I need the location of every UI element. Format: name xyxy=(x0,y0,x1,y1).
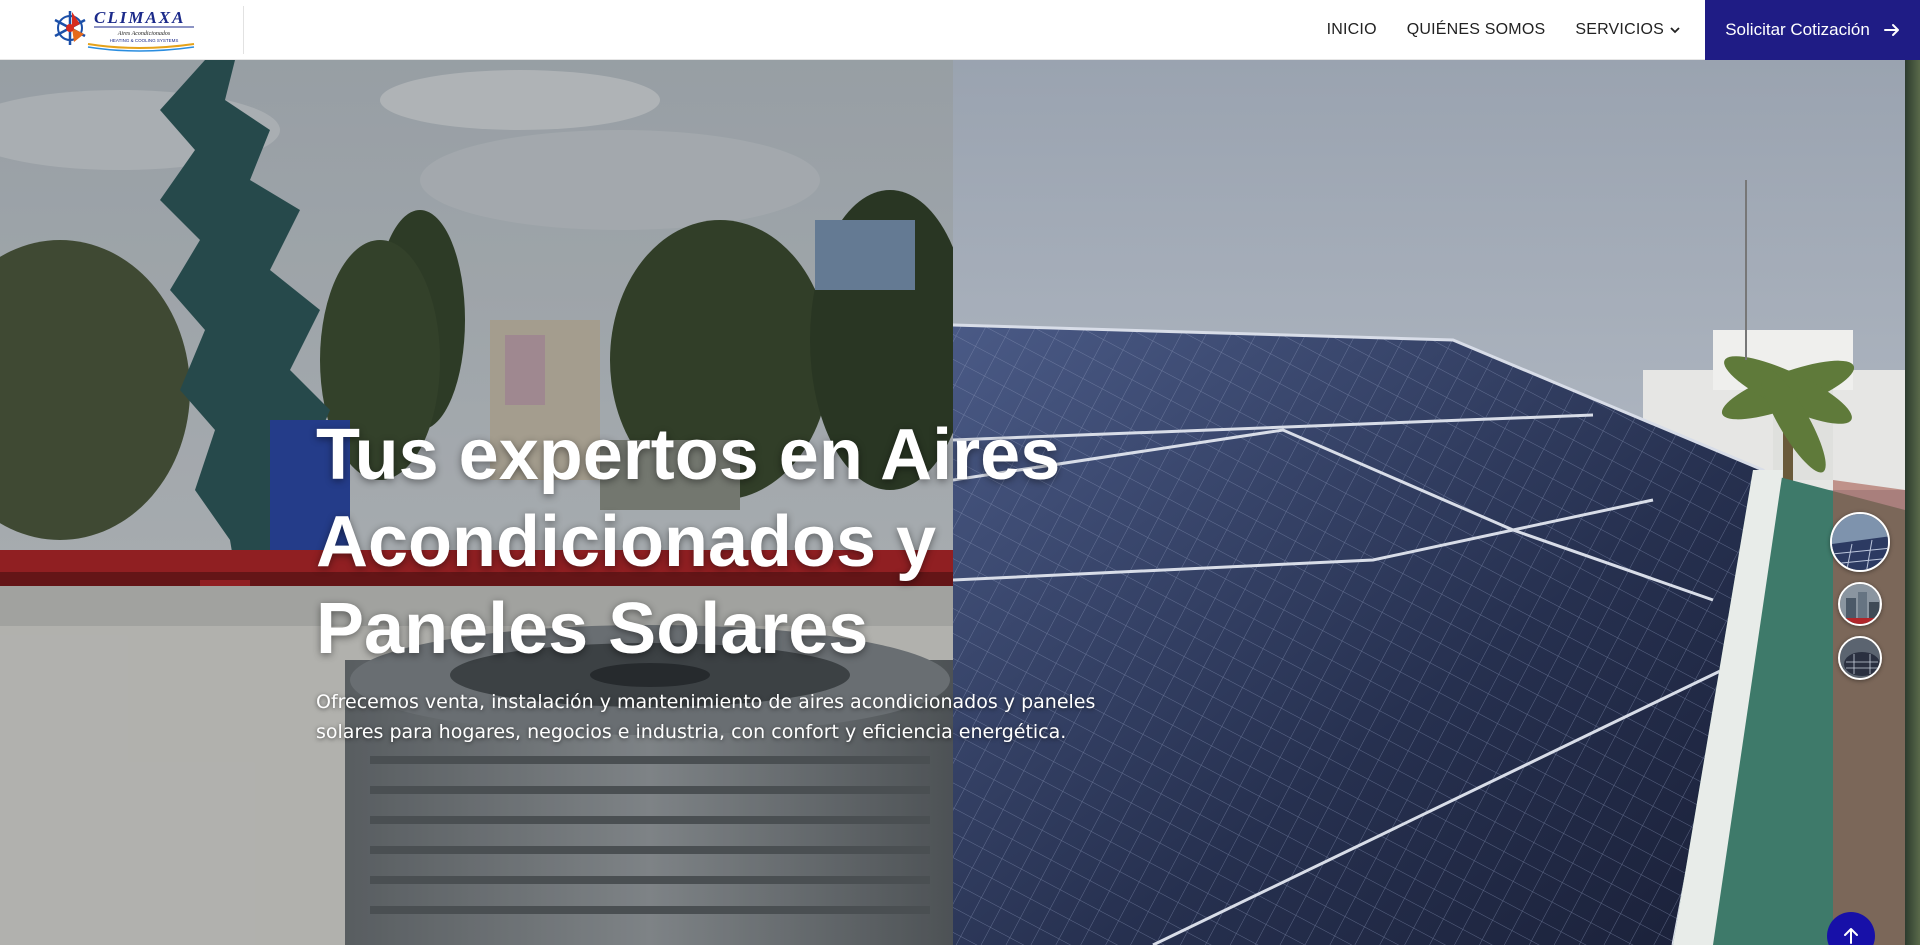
request-quote-button[interactable]: Solicitar Cotización xyxy=(1705,0,1920,60)
brand-tagline-1: Aires Acondicionados xyxy=(117,31,171,37)
slide-thumbnail[interactable] xyxy=(1838,636,1882,680)
nav-item-label: SERVICIOS xyxy=(1575,21,1664,38)
brand-name: CLIMAXA xyxy=(94,8,185,27)
main-nav: INICIO QUIÉNES SOMOS SERVICIOS xyxy=(1327,0,1680,60)
nav-item-servicios[interactable]: SERVICIOS xyxy=(1575,21,1680,39)
arrow-up-icon xyxy=(1844,928,1858,944)
hero-title-line: Paneles Solares xyxy=(316,589,869,669)
slider-thumbnails xyxy=(1830,512,1890,680)
nav-item-label: INICIO xyxy=(1326,21,1377,38)
slide-thumbnail[interactable] xyxy=(1838,582,1882,626)
site-header: CLIMAXA Aires Acondicionados HEATING & C… xyxy=(0,0,1920,60)
nav-item-inicio[interactable]: INICIO xyxy=(1327,21,1377,39)
hero-text-block: Tus expertos en Aires Acondicionados y P… xyxy=(316,412,1116,747)
nav-item-label: QUIÉNES SOMOS xyxy=(1406,21,1546,38)
hero-subtitle: Ofrecemos venta, instalación y mantenimi… xyxy=(316,691,1096,743)
cta-label: Solicitar Cotización xyxy=(1725,20,1870,39)
climaxa-logo[interactable]: CLIMAXA Aires Acondicionados HEATING & C… xyxy=(48,6,196,52)
header-divider xyxy=(243,6,244,54)
brand-tagline-2: HEATING & COOLING SYSTEMS xyxy=(110,38,179,43)
hero-next-slide-edge xyxy=(1905,60,1920,945)
chevron-down-icon xyxy=(1670,27,1680,34)
hero-title-line: Tus expertos en Aires xyxy=(316,415,1061,495)
slide-thumbnail[interactable] xyxy=(1830,512,1890,572)
arrow-right-icon xyxy=(1883,24,1899,36)
nav-item-quienes-somos[interactable]: QUIÉNES SOMOS xyxy=(1407,21,1546,39)
hero-section: Tus expertos en Aires Acondicionados y P… xyxy=(0,60,1920,945)
hero-title: Tus expertos en Aires Acondicionados y P… xyxy=(316,412,1116,673)
hero-title-line: Acondicionados y xyxy=(316,502,937,582)
